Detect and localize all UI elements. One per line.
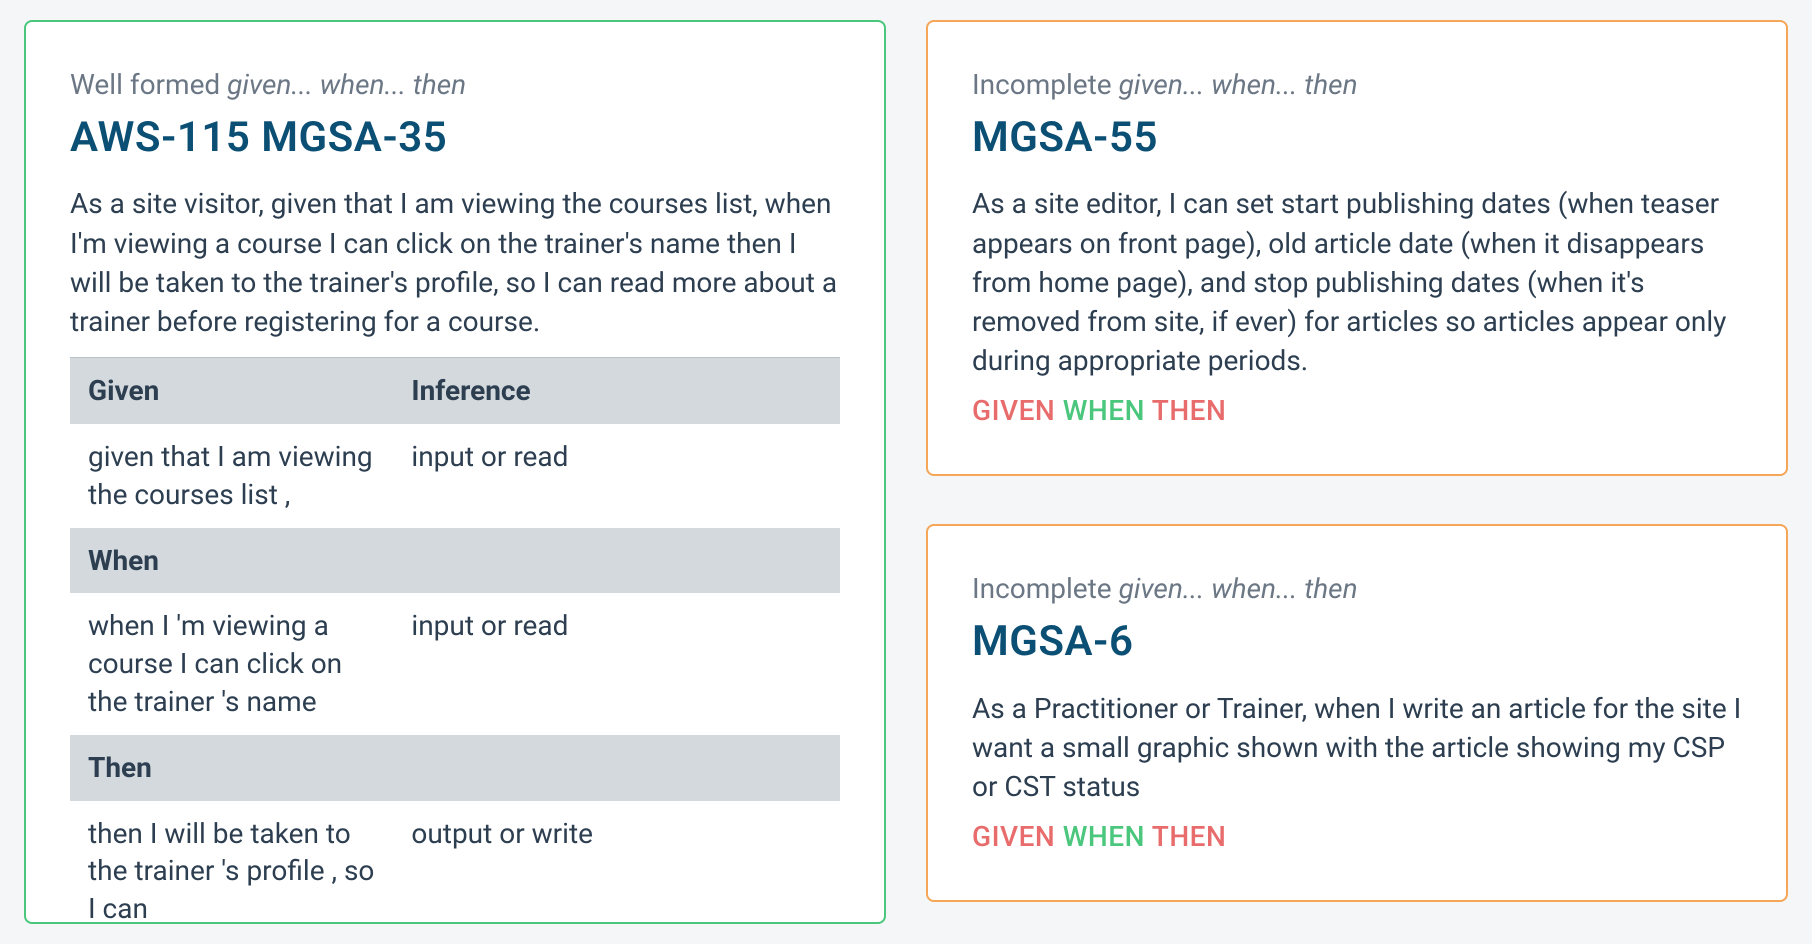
status-prefix: Incomplete [972,68,1119,101]
tag-when: WHEN [1063,820,1145,853]
status-italic: given... when... then [1119,572,1358,605]
status-line: Well formed given... when... then [70,66,840,104]
gwt-section-header: Given [70,358,393,424]
tag-then: THEN [1152,394,1227,427]
status-prefix: Well formed [70,68,227,101]
gwt-tags: GIVEN WHEN THEN [972,818,1742,856]
card-incomplete: Incomplete given... when... then MGSA-55 A… [926,20,1788,476]
gwt-section-header: Then [70,735,393,801]
card-title: AWS-115 MGSA-35 [70,110,840,167]
gwt-section-header: When [70,528,393,594]
tag-given: GIVEN [972,820,1055,853]
gwt-inference-text: output or write [393,801,840,924]
card-body: As a Practitioner or Trainer, when I wri… [972,689,1742,807]
card-title: MGSA-55 [972,110,1742,167]
tag-when: WHEN [1063,394,1145,427]
gwt-clause-text: then I will be taken to the trainer 's p… [70,801,393,924]
card-title: MGSA-6 [972,614,1742,671]
card-well-formed: Well formed given... when... then AWS-11… [24,20,886,924]
gwt-inference-header [393,735,840,801]
gwt-clause-text: when I 'm viewing a course I can click o… [70,593,393,734]
gwt-table: GivenInferencegiven that I am viewing th… [70,357,840,924]
gwt-inference-text: input or read [393,593,840,734]
gwt-clause-text: given that I am viewing the courses list… [70,424,393,528]
status-prefix: Incomplete [972,572,1119,605]
status-line: Incomplete given... when... then [972,570,1742,608]
tag-given: GIVEN [972,394,1055,427]
gwt-inference-header [393,528,840,594]
card-body: As a site visitor, given that I am viewi… [70,184,840,341]
gwt-table-wrap: GivenInferencegiven that I am viewing th… [70,357,840,924]
status-italic: given... when... then [227,68,466,101]
gwt-tags: GIVEN WHEN THEN [972,392,1742,430]
card-incomplete: Incomplete given... when... then MGSA-6 As… [926,524,1788,902]
gwt-inference-header: Inference [393,358,840,424]
tag-then: THEN [1152,820,1227,853]
status-line: Incomplete given... when... then [972,66,1742,104]
status-italic: given... when... then [1119,68,1358,101]
gwt-inference-text: input or read [393,424,840,528]
card-body: As a site editor, I can set start publis… [972,184,1742,380]
